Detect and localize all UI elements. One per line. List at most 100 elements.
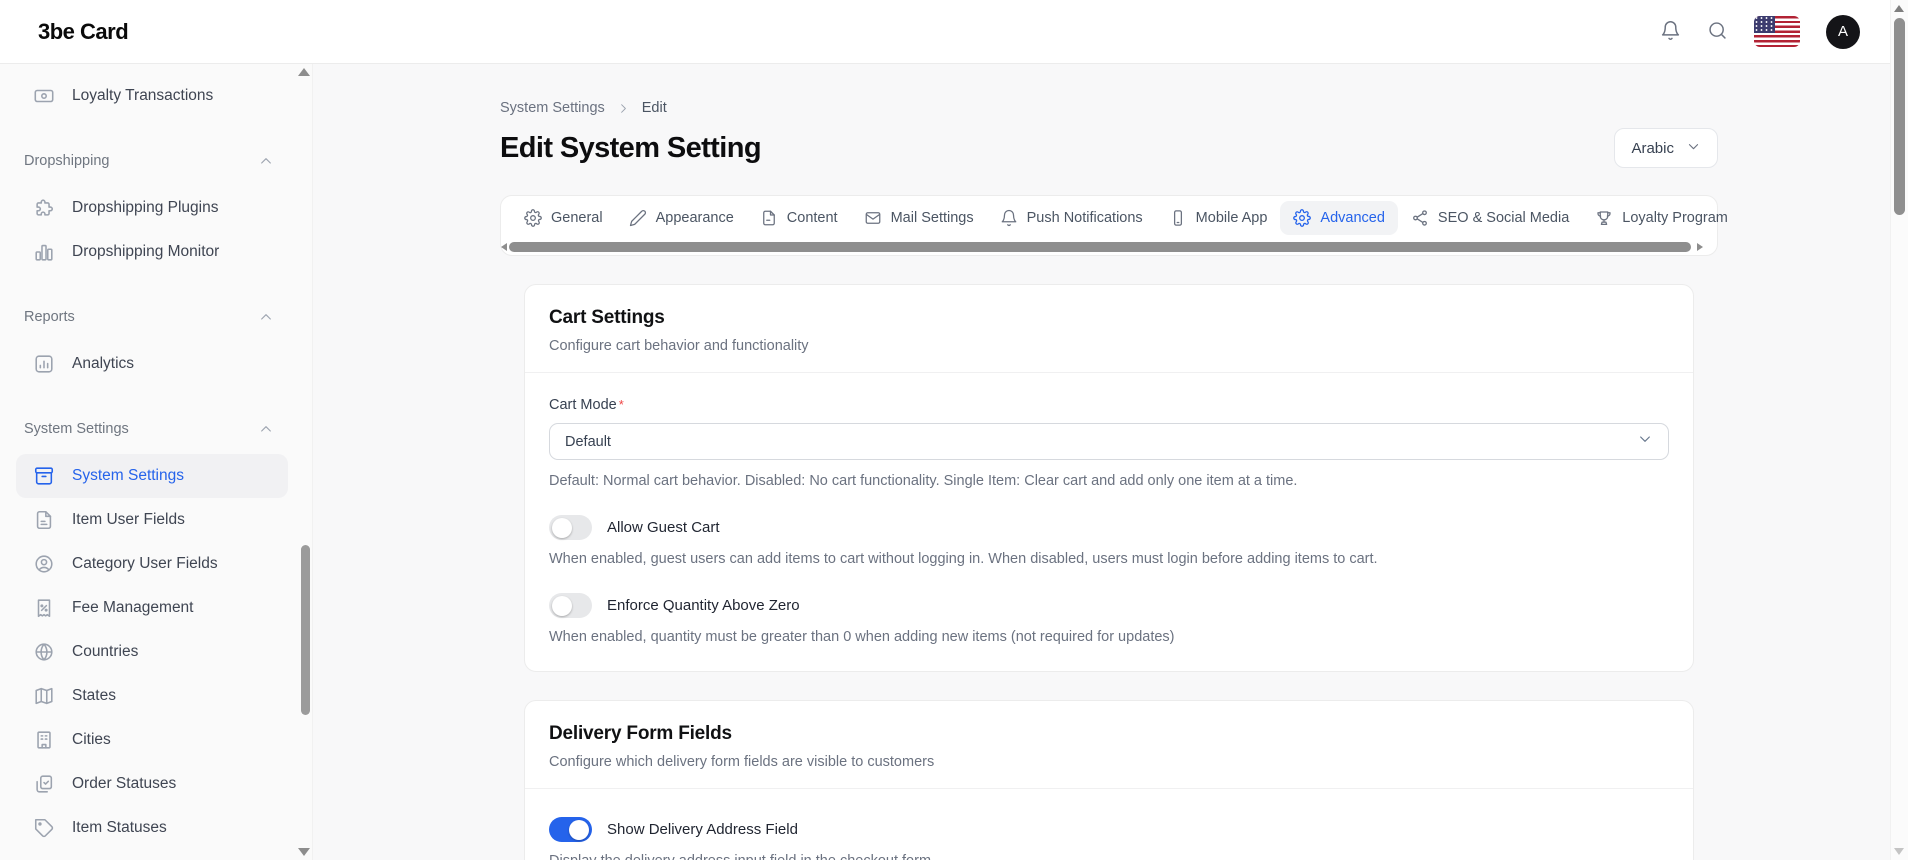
chevron-down-icon	[1637, 431, 1653, 452]
us-flag-icon	[1754, 16, 1800, 47]
sidebar-item-dropshipping-plugins[interactable]: Dropshipping Plugins	[0, 186, 296, 230]
tab-seo-social-media[interactable]: SEO & Social Media	[1398, 201, 1582, 235]
toggle-block-enforce-quantity-above-zero: Enforce Quantity Above Zero When enabled,…	[549, 593, 1669, 645]
sidebar-item-label: Item User Fields	[72, 511, 185, 529]
tabs-scroll-left-arrow[interactable]	[501, 243, 507, 251]
sidebar-item-label: Cities	[72, 731, 111, 749]
sidebar-item-item-user-fields[interactable]: Item User Fields	[0, 498, 296, 542]
sidebar-item-cities[interactable]: Cities	[0, 718, 296, 762]
toggle-label: Enforce Quantity Above Zero	[607, 597, 800, 614]
tab-mail-settings[interactable]: Mail Settings	[851, 201, 987, 235]
delivery-form-fields-card: Delivery Form Fields Configure which del…	[524, 700, 1694, 860]
sidebar-section-label: Dropshipping	[24, 153, 109, 169]
language-selector[interactable]: Arabic	[1614, 128, 1718, 168]
delivery-form-toggles: Show Delivery Address FieldDisplay the d…	[549, 817, 1669, 860]
file-text-icon	[33, 509, 55, 531]
toggle-help: When enabled, quantity must be greater t…	[549, 629, 1669, 645]
page-scroll-up-arrow[interactable]	[1894, 5, 1904, 12]
sidebar-item-countries[interactable]: Countries	[0, 630, 296, 674]
sidebar-scrollbar-thumb[interactable]	[301, 545, 310, 715]
sidebar-section-dropshipping[interactable]: Dropshipping	[0, 146, 312, 176]
sidebar-item-states[interactable]: States	[0, 674, 296, 718]
main-content: System Settings Edit Edit System Setting…	[313, 64, 1908, 860]
sidebar-section-label: Reports	[24, 309, 75, 325]
sidebar-item-label: Dropshipping Monitor	[72, 243, 219, 261]
avatar[interactable]: A	[1826, 15, 1860, 49]
language-flag-button[interactable]	[1754, 16, 1800, 47]
sidebar-item-analytics[interactable]: Analytics	[0, 342, 296, 386]
tab-push-notifications[interactable]: Push Notifications	[987, 201, 1156, 235]
tab-mobile-app[interactable]: Mobile App	[1156, 201, 1281, 235]
gear-icon	[1293, 209, 1311, 227]
bell-icon	[1660, 20, 1681, 44]
tab-label: General	[551, 210, 603, 226]
chevron-up-icon	[258, 421, 274, 437]
tabs-scroll-right-arrow[interactable]	[1697, 243, 1703, 251]
cart-mode-select[interactable]: Default	[549, 423, 1669, 460]
sidebar-item-label: Order Statuses	[72, 775, 176, 793]
user-circle-icon	[33, 553, 55, 575]
search-icon	[1707, 20, 1728, 44]
analytics-icon	[33, 353, 55, 375]
sidebar-item-fee-management[interactable]: Fee Management	[0, 586, 296, 630]
map-icon	[33, 685, 55, 707]
tab-general[interactable]: General	[511, 201, 616, 235]
toggle-row-show-delivery-address-field: Show Delivery Address Field	[549, 817, 1669, 842]
delivery-form-title: Delivery Form Fields	[549, 723, 1669, 745]
sidebar-section-system-settings[interactable]: System Settings	[0, 414, 312, 444]
sidebar: Loyalty Transactions Dropshipping Dropship…	[0, 64, 313, 860]
sidebar-scroll-down-arrow[interactable]	[298, 848, 310, 856]
app-logo[interactable]: 3be Card	[38, 19, 128, 45]
puzzle-icon	[33, 197, 55, 219]
clipboard-check-icon	[33, 773, 55, 795]
tab-loyalty-program[interactable]: Loyalty Program	[1582, 201, 1741, 235]
cart-mode-selected-value: Default	[565, 434, 611, 450]
sidebar-item-label: Fee Management	[72, 599, 194, 617]
sidebar-section-reports[interactable]: Reports	[0, 302, 312, 332]
sidebar-scroll-up-arrow[interactable]	[298, 68, 310, 76]
mail-icon	[864, 209, 882, 227]
cart-settings-toggles: Allow Guest CartWhen enabled, guest user…	[549, 515, 1669, 645]
page-scroll-down-arrow[interactable]	[1894, 848, 1904, 855]
sidebar-item-label: Countries	[72, 643, 138, 661]
toggle-label: Show Delivery Address Field	[607, 821, 798, 838]
chevron-up-icon	[258, 153, 274, 169]
toggle-knob	[552, 596, 572, 616]
enforce-quantity-above-zero-toggle[interactable]	[549, 593, 592, 618]
tab-appearance[interactable]: Appearance	[616, 201, 747, 235]
share-icon	[1411, 209, 1429, 227]
allow-guest-cart-toggle[interactable]	[549, 515, 592, 540]
tabs-scrollbar-thumb[interactable]	[509, 242, 1691, 252]
breadcrumb-parent[interactable]: System Settings	[500, 100, 605, 116]
tab-content[interactable]: Content	[747, 201, 851, 235]
search-button[interactable]	[1707, 20, 1728, 44]
header-actions: A	[1660, 15, 1860, 49]
sidebar-item-category-user-fields[interactable]: Category User Fields	[0, 542, 296, 586]
tag-icon	[33, 817, 55, 839]
receipt-percent-icon	[33, 597, 55, 619]
top-header: 3be Card A	[0, 0, 1908, 64]
trophy-icon	[1595, 209, 1613, 227]
sidebar-item-dropshipping-monitor[interactable]: Dropshipping Monitor	[0, 230, 296, 274]
sidebar-item-order-statuses[interactable]: Order Statuses	[0, 762, 296, 806]
sidebar-item-label: States	[72, 687, 116, 705]
page-scrollbar[interactable]	[1890, 0, 1908, 860]
sidebar-item-label: Analytics	[72, 355, 134, 373]
required-asterisk: *	[619, 397, 624, 412]
page-scrollbar-thumb[interactable]	[1894, 18, 1905, 215]
sidebar-item-system-settings[interactable]: System Settings	[16, 454, 288, 498]
tab-advanced[interactable]: Advanced	[1280, 201, 1398, 235]
chevron-right-icon	[617, 102, 630, 115]
sidebar-item-label: Loyalty Transactions	[72, 87, 213, 105]
sidebar-item-loyalty-transactions[interactable]: Loyalty Transactions	[0, 74, 296, 118]
breadcrumb: System Settings Edit	[500, 100, 1718, 116]
cart-mode-label: Cart Mode*	[549, 397, 1669, 413]
settings-tabs-card: General AppearanceContent Mail Settings Pus…	[500, 195, 1718, 256]
brush-icon	[629, 209, 647, 227]
bar-chart-icon	[33, 241, 55, 263]
toggle-knob	[569, 820, 589, 840]
notifications-button[interactable]	[1660, 20, 1681, 44]
show-delivery-address-field-toggle[interactable]	[549, 817, 592, 842]
tab-label: Mail Settings	[891, 210, 974, 226]
sidebar-item-item-statuses[interactable]: Item Statuses	[0, 806, 296, 850]
